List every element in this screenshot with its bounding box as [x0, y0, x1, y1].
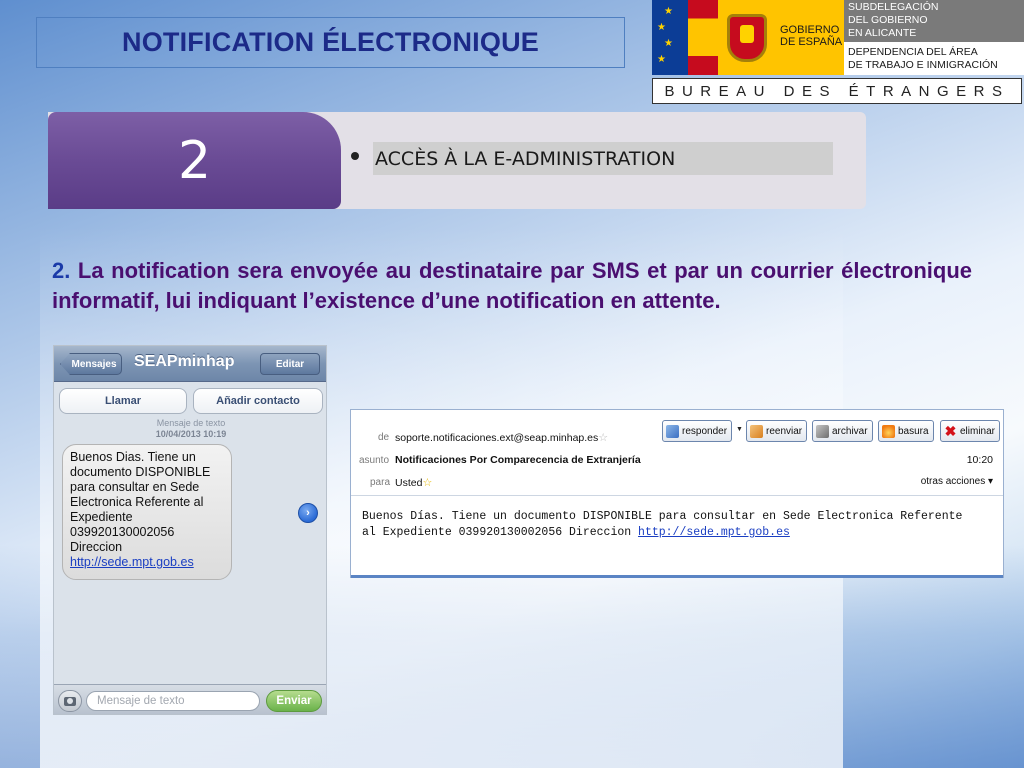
bullet-icon — [351, 152, 359, 160]
slide-title: NOTIFICATION ÉLECTRONIQUE — [122, 27, 539, 57]
call-button[interactable]: Llamar — [59, 388, 187, 414]
sms-line: para consultar en Sede — [70, 480, 200, 494]
reply-icon — [666, 424, 679, 438]
sms-message-bubble: Buenos Dias. Tiene un documento DISPONIB… — [62, 444, 232, 580]
sms-line: Expediente — [70, 510, 133, 524]
sms-nav-bar: Mensajes SEAPminhap Editar — [54, 346, 326, 382]
spain-flag-icon — [688, 0, 718, 75]
subdelegacion-block: SUBDELEGACIÓN DEL GOBIERNO EN ALICANTE D… — [844, 0, 1024, 75]
reply-label: responder — [682, 425, 728, 437]
sms-line: Direccion — [70, 540, 123, 554]
subdeleg-line-2: DEL GOBIERNO — [848, 14, 928, 26]
email-body-line: al Expediente 039920130002056 Direccion … — [362, 525, 992, 541]
junk-button[interactable]: basura — [878, 420, 934, 442]
bureau-label: BUREAU DES ÉTRANGERS — [664, 82, 1010, 100]
archive-label: archivar — [832, 425, 868, 437]
sms-line: Electronica Referente al — [70, 495, 204, 509]
sms-line: documento DISPONIBLE — [70, 465, 211, 479]
bureau-banner: BUREAU DES ÉTRANGERS — [652, 78, 1022, 104]
message-input[interactable]: Mensaje de texto — [86, 691, 260, 711]
email-time: 10:20 — [966, 454, 993, 466]
edit-button[interactable]: Editar — [260, 353, 320, 375]
sms-meta-date: 10/04/2013 10:19 — [155, 429, 227, 439]
subject-value: Notificaciones Por Comparecencia de Extr… — [395, 454, 641, 466]
step-banner: 2 ACCÈS À LA E-ADMINISTRATION — [48, 112, 866, 209]
add-contact-button[interactable]: Añadir contacto — [193, 388, 323, 414]
camera-icon[interactable] — [58, 690, 82, 712]
more-actions-menu[interactable]: otras acciones ▾ — [921, 476, 993, 487]
sms-actions: Llamar Añadir contacto — [59, 388, 323, 414]
eu-flag-icon: ★ ★ ★ ★ — [652, 0, 688, 75]
sms-meta-label: Mensaje de texto — [156, 418, 226, 428]
from-address[interactable]: soporte.notificaciones.ext@seap.minhap.e… — [395, 432, 598, 444]
forward-button[interactable]: reenviar — [746, 420, 808, 442]
email-header: de soporte.notificaciones.ext@seap.minha… — [351, 410, 1003, 496]
messages-back-button[interactable]: Mensajes — [60, 353, 122, 375]
subdeleg-line-1: SUBDELEGACIÓN — [848, 1, 939, 13]
step-label: ACCÈS À LA E-ADMINISTRATION — [375, 147, 676, 170]
delete-button[interactable]: ✖ eliminar — [940, 420, 1001, 442]
step-number: 2 — [177, 130, 212, 191]
chevron-down-icon[interactable]: ▼ — [736, 426, 743, 433]
sms-compose-bar: Mensaje de texto Enviar — [54, 684, 326, 714]
paragraph-number: 2. — [52, 258, 71, 283]
to-address[interactable]: Usted — [395, 477, 422, 489]
flame-icon — [882, 424, 895, 438]
forward-icon — [750, 424, 763, 438]
subdeleg-line-3: EN ALICANTE — [848, 27, 917, 39]
forward-label: reenviar — [766, 425, 803, 437]
send-button[interactable]: Enviar — [266, 690, 322, 712]
sms-meta: Mensaje de texto 10/04/2013 10:19 — [54, 418, 326, 440]
gobierno-line-2: DE ESPAÑA — [780, 36, 843, 48]
from-label: de — [378, 432, 390, 443]
sms-line: Buenos Dias. Tiene un — [70, 450, 196, 464]
star-icon[interactable]: ☆ — [598, 432, 608, 444]
email-body-line: Buenos Días. Tiene un documento DISPONIB… — [362, 510, 963, 523]
email-screenshot: de soporte.notificaciones.ext@seap.minha… — [350, 409, 1004, 578]
email-link[interactable]: http://sede.mpt.gob.es — [638, 526, 790, 539]
from-value: soporte.notificaciones.ext@seap.minhap.e… — [395, 431, 608, 444]
to-value: Usted☆ — [395, 476, 432, 489]
junk-label: basura — [898, 425, 929, 437]
reply-button[interactable]: responder — [662, 420, 733, 442]
gobierno-text: GOBIERNO DE ESPAÑA — [776, 0, 844, 75]
to-label: para — [370, 477, 391, 488]
email-body: Buenos Días. Tiene un documento DISPONIB… — [362, 509, 992, 541]
delete-label: eliminar — [960, 425, 996, 437]
email-divider — [351, 575, 1003, 578]
sms-screenshot: Mensajes SEAPminhap Editar Llamar Añadir… — [53, 345, 327, 715]
sms-line: 039920130002056 — [70, 525, 175, 539]
archive-button[interactable]: archivar — [812, 420, 873, 442]
sms-contact-title: SEAPminhap — [134, 353, 235, 370]
dependencia-line-1: DEPENDENCIA DEL ÁREA — [848, 46, 978, 58]
dependencia-line-2: DE TRABAJO E INMIGRACIÓN — [848, 59, 998, 71]
step-label-box: ACCÈS À LA E-ADMINISTRATION — [373, 142, 833, 175]
chevron-right-icon[interactable]: › — [298, 503, 318, 523]
gobierno-line-1: GOBIERNO — [780, 24, 840, 36]
star-icon[interactable]: ☆ — [422, 477, 432, 489]
archive-icon — [816, 424, 829, 438]
sms-link[interactable]: http://sede.mpt.gob.es — [70, 555, 225, 570]
government-logo: ★ ★ ★ ★ GOBIERNO DE ESPAÑA SUBDELEGACIÓN… — [652, 0, 1024, 75]
description-paragraph: 2. La notification sera envoyée au desti… — [52, 256, 972, 316]
subject-label: asunto — [359, 455, 390, 466]
coat-of-arms-icon — [718, 0, 776, 75]
delete-x-icon: ✖ — [944, 422, 957, 439]
step-number-box: 2 — [48, 112, 341, 209]
slide-title-box: NOTIFICATION ÉLECTRONIQUE — [36, 17, 625, 68]
paragraph-text: La notification sera envoyée au destinat… — [52, 258, 972, 313]
email-body-text: al Expediente 039920130002056 Direccion — [362, 526, 639, 539]
